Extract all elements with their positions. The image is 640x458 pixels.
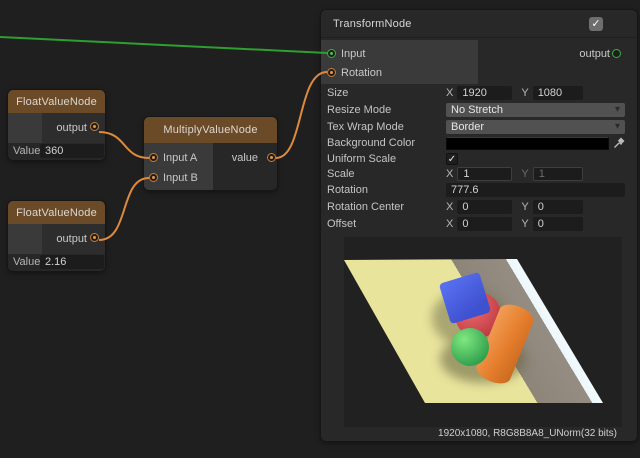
y-axis-label: Y [521,218,528,230]
wire-float2-to-inputB[interactable] [99,178,149,240]
preview-format-text: 1920x1080, R8G8B8A8_UNorm(32 bits) [438,428,617,439]
input-column [8,113,42,143]
output-port-label: output [56,122,87,134]
offset-label: Offset [327,218,356,230]
row-offset: Offset X 0 Y 0 [327,217,629,231]
row-tex-wrap-mode: Tex Wrap Mode Border ▾ [327,120,629,134]
value-row: Value 2.16 [8,254,105,271]
preview-rendered-image [344,237,622,427]
green-sphere [451,328,489,366]
row-size: Size X 1920 Y 1080 [327,86,629,100]
rotation-center-x-field[interactable]: 0 [457,200,512,214]
eyedropper-icon[interactable] [613,137,625,149]
row-background-color: Background Color [327,136,629,150]
wire-multiply-to-rotation[interactable] [276,72,327,158]
node-body: Input A Input B value [144,143,277,190]
resize-mode-dropdown[interactable]: No Stretch ▾ [446,103,625,117]
node-title[interactable]: FloatValueNode [8,201,105,224]
node-body: output [8,224,105,254]
value-row: Value 360 [8,143,105,160]
float-value-node-1[interactable]: FloatValueNode output Value 360 [8,90,105,160]
wire-float1-to-inputA[interactable] [99,132,149,158]
multiply-value-node[interactable]: MultiplyValueNode Input A Input B value [144,117,277,190]
value-field[interactable]: 360 [40,144,104,158]
value-label: Value [13,145,40,157]
input-port[interactable] [327,49,336,58]
value-field[interactable]: 2.16 [40,255,104,269]
uniform-scale-checkbox[interactable]: ✓ [446,153,458,165]
row-rotation-center: Rotation Center X 0 Y 0 [327,200,629,214]
tex-wrap-mode-label: Tex Wrap Mode [327,121,404,133]
size-y-field[interactable]: 1080 [533,86,583,100]
output-port[interactable] [612,49,621,58]
scale-x-field[interactable]: 1 [457,167,512,181]
size-label: Size [327,87,348,99]
output-port-label: output [56,233,87,245]
node-enabled-checkbox[interactable]: ✓ [589,17,603,31]
input-a-label: Input A [163,152,197,164]
rotation-center-label: Rotation Center [327,201,404,213]
input-port-label: Input [341,48,365,60]
input-column [8,224,42,254]
input-a-port[interactable] [149,153,158,162]
chevron-down-icon: ▾ [615,120,620,134]
tex-wrap-mode-dropdown[interactable]: Border ▾ [446,120,625,134]
x-axis-label: X [446,168,453,180]
ports-section: Input Rotation output [321,38,637,84]
value-output-port[interactable] [267,153,276,162]
offset-y-field[interactable]: 0 [533,217,583,231]
float-value-node-2[interactable]: FloatValueNode output Value 2.16 [8,201,105,271]
offset-x-field[interactable]: 0 [457,217,512,231]
size-x-field[interactable]: 1920 [457,86,512,100]
scale-label: Scale [327,168,355,180]
row-uniform-scale: Uniform Scale ✓ [327,152,629,166]
y-axis-label: Y [521,201,528,213]
uniform-scale-label: Uniform Scale [327,153,396,165]
row-rotation: Rotation 777.6 [327,183,629,197]
node-title[interactable]: MultiplyValueNode [144,117,277,143]
scale-y-field-disabled: 1 [533,167,583,181]
output-port[interactable] [90,233,99,242]
node-graph-canvas[interactable]: FloatValueNode output Value 360 FloatVal… [0,0,640,458]
rotation-label: Rotation [327,184,368,196]
rotation-field[interactable]: 777.6 [446,183,625,197]
background-color-label: Background Color [327,137,415,149]
input-b-label: Input B [163,172,198,184]
tex-wrap-mode-value: Border [451,121,484,133]
y-axis-label: Y [521,168,528,180]
background-color-swatch[interactable] [446,137,609,150]
row-scale: Scale X 1 Y 1 [327,167,629,181]
value-output-label: value [232,152,258,164]
rotation-port[interactable] [327,68,336,77]
x-axis-label: X [446,218,453,230]
resize-mode-value: No Stretch [451,104,503,116]
transform-node[interactable]: TransformNode ✓ Input Rotation output Si… [321,10,637,441]
x-axis-label: X [446,201,453,213]
output-port-label: output [579,48,610,60]
node-title[interactable]: FloatValueNode [8,90,105,113]
output-port[interactable] [90,122,99,131]
rotation-center-y-field[interactable]: 0 [533,200,583,214]
chevron-down-icon: ▾ [615,103,620,117]
y-axis-label: Y [521,87,528,99]
node-body: output [8,113,105,143]
row-resize-mode: Resize Mode No Stretch ▾ [327,103,629,117]
rotation-port-label: Rotation [341,67,382,79]
input-b-port[interactable] [149,173,158,182]
texture-preview [344,237,622,427]
value-label: Value [13,256,40,268]
resize-mode-label: Resize Mode [327,104,391,116]
wire-green-input[interactable] [0,37,327,53]
x-axis-label: X [446,87,453,99]
